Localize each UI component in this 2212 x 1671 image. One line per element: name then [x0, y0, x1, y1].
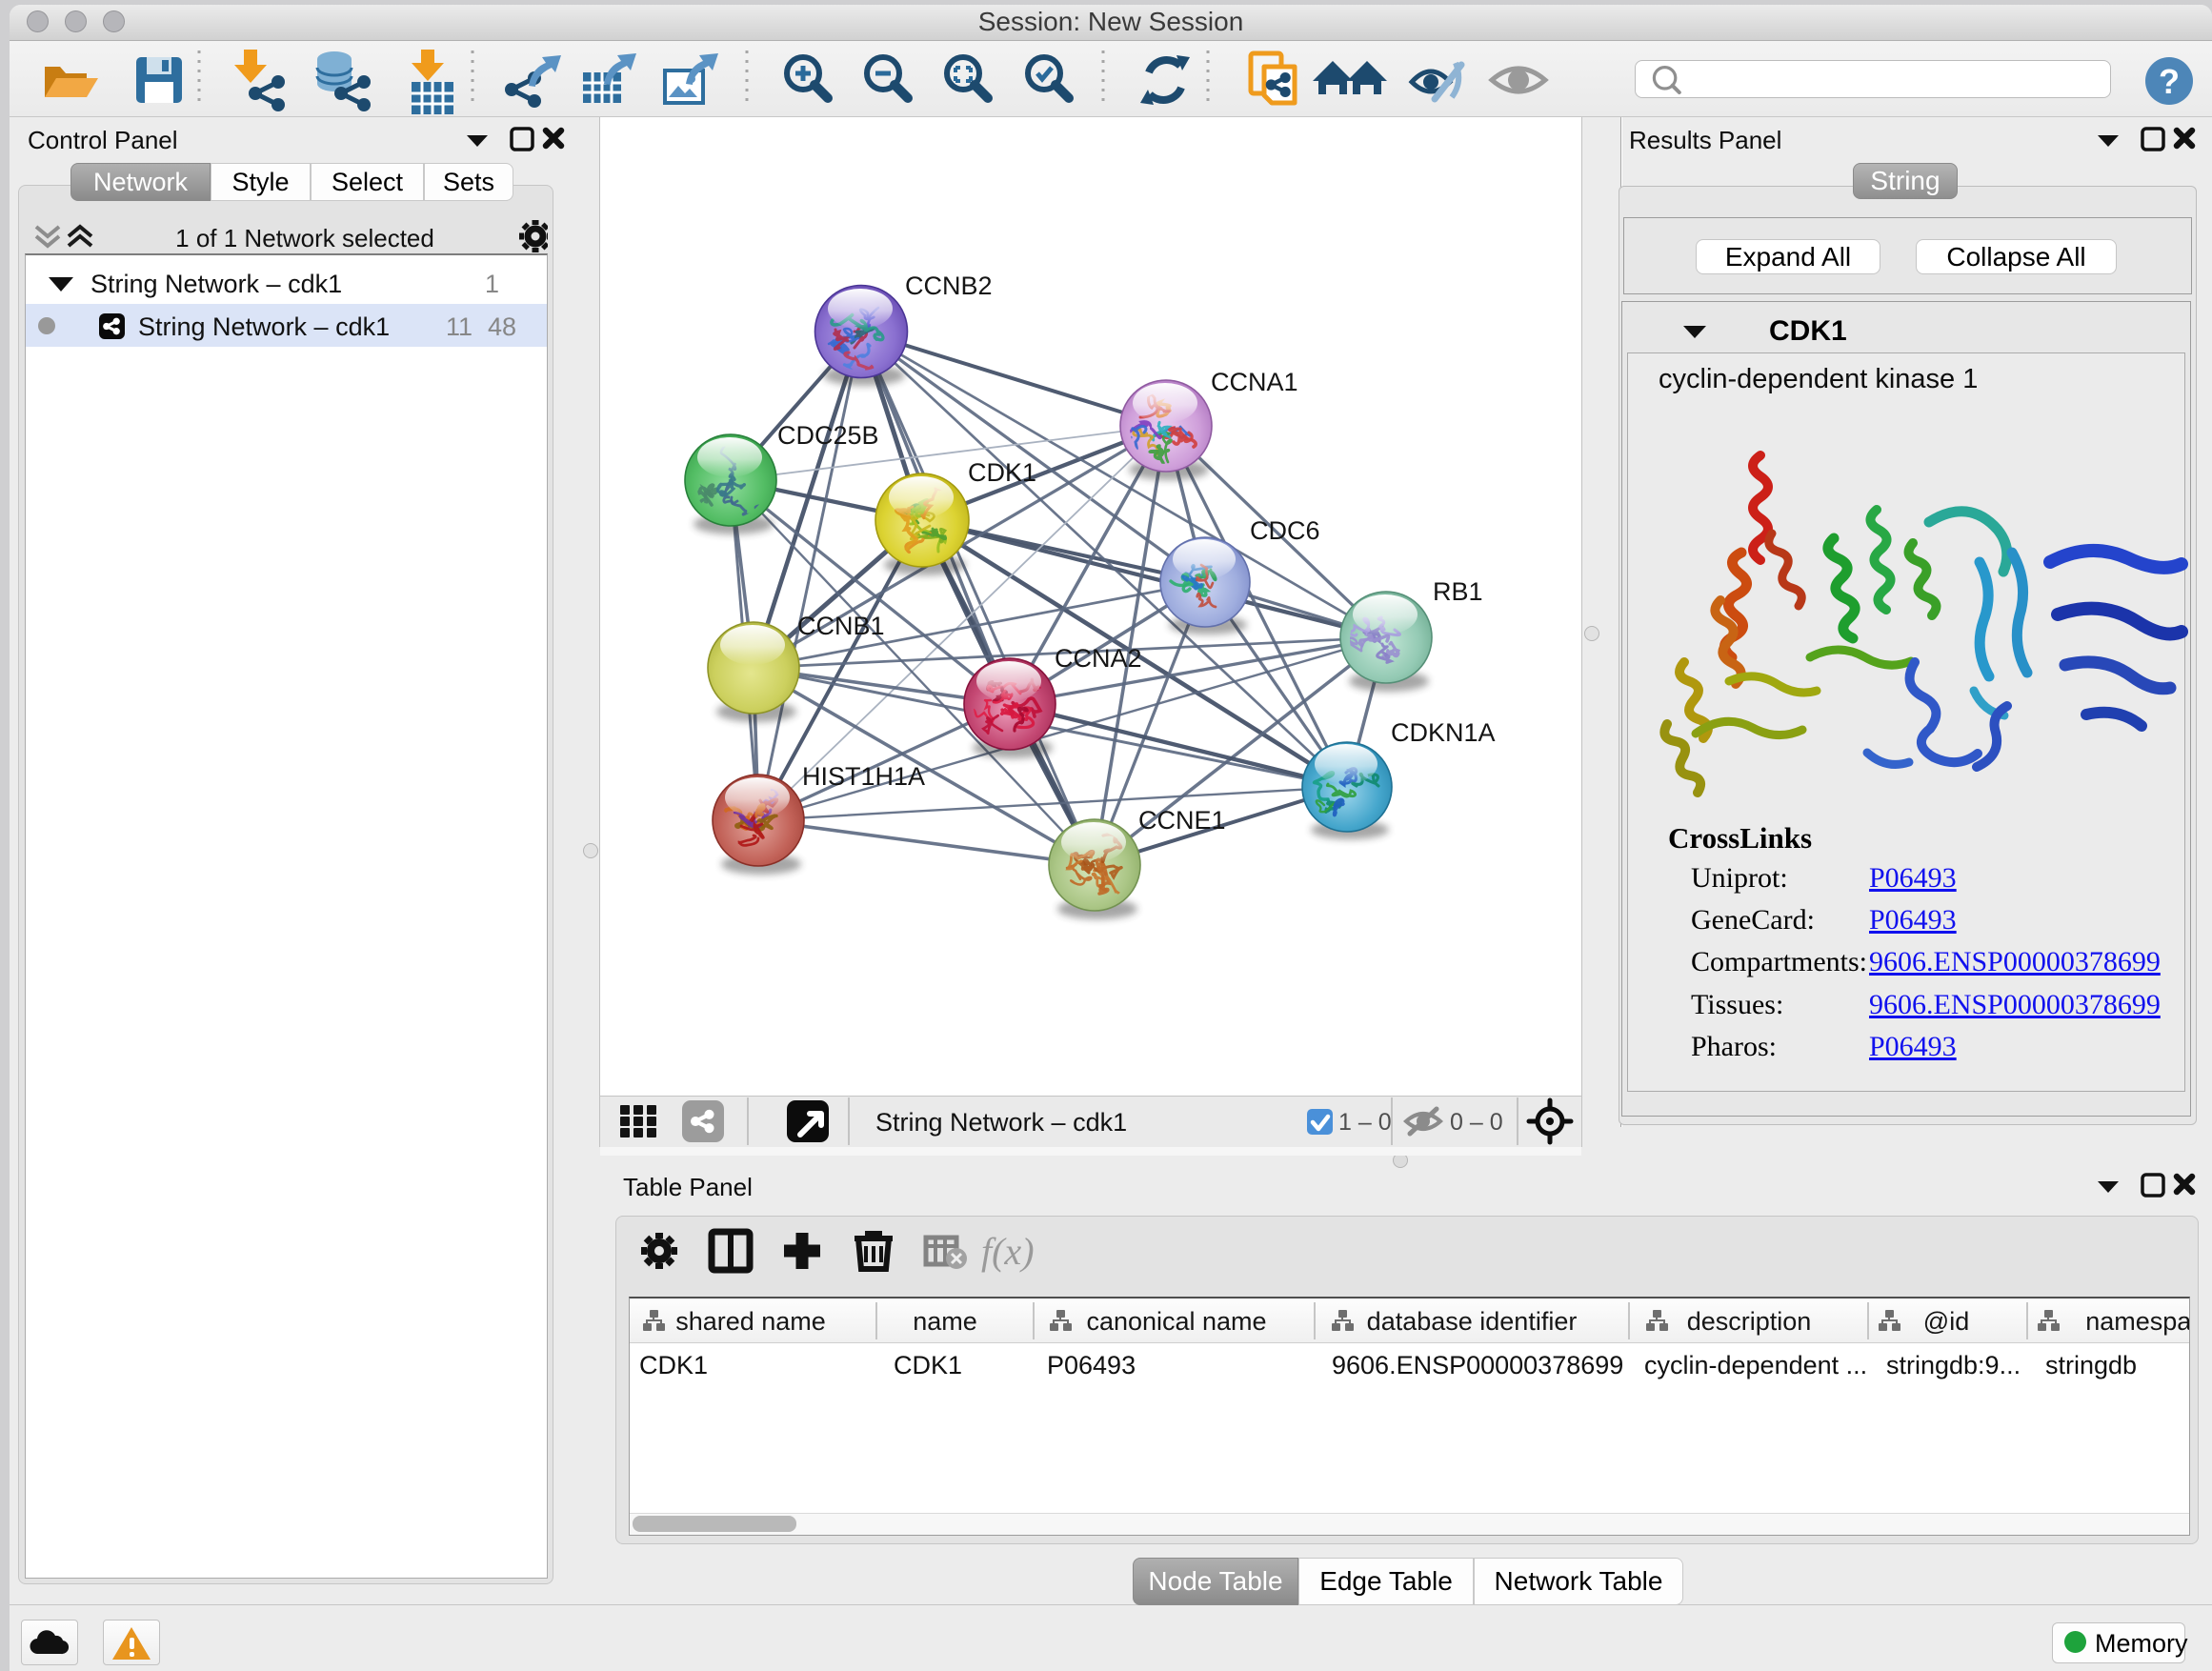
svg-text:0 – 0: 0 – 0 [1450, 1109, 1503, 1136]
svg-text:CCNB1: CCNB1 [797, 612, 885, 640]
svg-text:CDC25B: CDC25B [777, 421, 879, 450]
svg-text:CDC6: CDC6 [1250, 516, 1320, 545]
svg-text:description: description [1687, 1307, 1812, 1336]
svg-text:RB1: RB1 [1433, 577, 1483, 606]
svg-text:database identifier: database identifier [1367, 1307, 1578, 1336]
svg-text:CCNA1: CCNA1 [1211, 368, 1298, 396]
svg-text:namespace: namespace [2085, 1307, 2189, 1336]
svg-text:CDKN1A: CDKN1A [1391, 718, 1496, 747]
svg-text:CCNE1: CCNE1 [1138, 806, 1226, 835]
svg-text:CCNB2: CCNB2 [905, 272, 993, 300]
svg-text:canonical name: canonical name [1086, 1307, 1266, 1336]
svg-text:String Network – cdk1: String Network – cdk1 [875, 1108, 1127, 1137]
svg-text:1 – 0: 1 – 0 [1338, 1109, 1392, 1136]
svg-text:CDK1: CDK1 [968, 458, 1036, 487]
svg-text:CCNA2: CCNA2 [1055, 644, 1142, 673]
svg-text:shared name: shared name [675, 1307, 826, 1336]
svg-text:?: ? [2159, 62, 2180, 101]
svg-text:name: name [913, 1307, 977, 1336]
svg-text:@id: @id [1923, 1307, 1969, 1336]
svg-text:HIST1H1A: HIST1H1A [802, 762, 925, 791]
